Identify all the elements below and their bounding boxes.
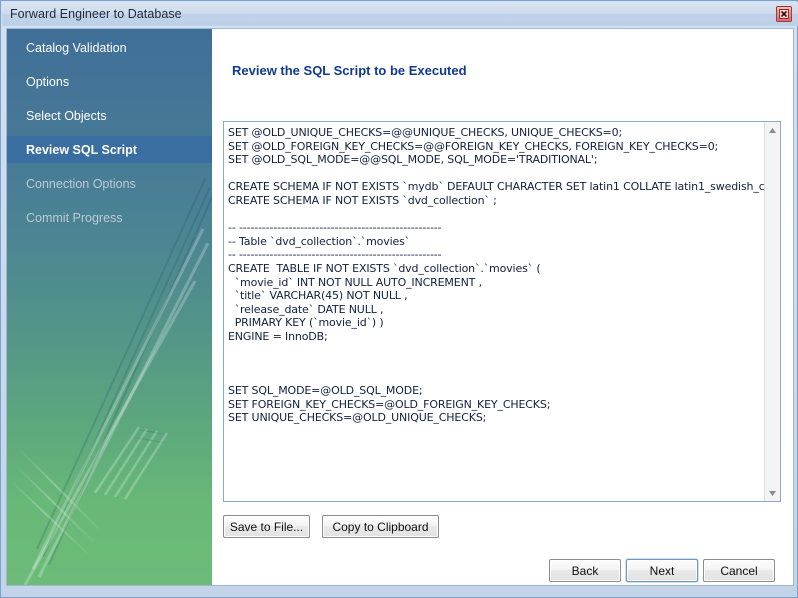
- save-to-file-label: Save to File...: [230, 520, 303, 534]
- page-title: Review the SQL Script to be Executed: [232, 63, 467, 78]
- nav-spacer: [7, 197, 212, 204]
- cancel-label: Cancel: [720, 564, 757, 578]
- cancel-button[interactable]: Cancel: [703, 559, 775, 582]
- sidebar-item-catalog-validation[interactable]: Catalog Validation: [7, 34, 212, 61]
- sidebar-item-select-objects[interactable]: Select Objects: [7, 102, 212, 129]
- sidebar-item-label: Review SQL Script: [26, 143, 137, 157]
- triangle-down-icon[interactable]: [765, 485, 780, 501]
- close-icon[interactable]: [776, 6, 792, 22]
- back-label: Back: [572, 564, 599, 578]
- triangle-up-icon[interactable]: [765, 122, 780, 138]
- nav-spacer: [7, 129, 212, 136]
- sidebar-item-review-sql-script[interactable]: Review SQL Script: [7, 136, 212, 163]
- nav-spacer: [7, 61, 212, 68]
- sidebar-item-label: Connection Options: [26, 177, 136, 191]
- sql-script-text: SET @OLD_UNIQUE_CHECKS=@@UNIQUE_CHECKS, …: [228, 126, 762, 425]
- title-bar[interactable]: Forward Engineer to Database: [2, 2, 798, 26]
- wizard-step-list: Catalog Validation Options Select Object…: [7, 29, 212, 231]
- dialog-window: Forward Engineer to Database: [0, 0, 798, 598]
- sidebar-item-options[interactable]: Options: [7, 68, 212, 95]
- sql-script-scrollbar[interactable]: [764, 122, 780, 501]
- copy-to-clipboard-label: Copy to Clipboard: [332, 520, 428, 534]
- sidebar-item-commit-progress: Commit Progress: [7, 204, 212, 231]
- back-button[interactable]: Back: [549, 559, 621, 582]
- nav-spacer: [7, 95, 212, 102]
- copy-to-clipboard-button[interactable]: Copy to Clipboard: [322, 515, 439, 538]
- next-label: Next: [650, 564, 675, 578]
- sidebar-item-connection-options: Connection Options: [7, 170, 212, 197]
- save-to-file-button[interactable]: Save to File...: [223, 515, 310, 538]
- next-button[interactable]: Next: [626, 559, 698, 582]
- nav-spacer: [7, 163, 212, 170]
- window-title: Forward Engineer to Database: [10, 7, 182, 21]
- sidebar-item-label: Catalog Validation: [26, 41, 127, 55]
- sidebar-item-label: Options: [26, 75, 69, 89]
- dialog-client-area: Catalog Validation Options Select Object…: [6, 28, 794, 586]
- wizard-content-panel: Review the SQL Script to be Executed SET…: [212, 29, 793, 585]
- sidebar-item-label: Commit Progress: [26, 211, 123, 225]
- sidebar-item-label: Select Objects: [26, 109, 107, 123]
- sql-script-textarea[interactable]: SET @OLD_UNIQUE_CHECKS=@@UNIQUE_CHECKS, …: [223, 121, 781, 502]
- wizard-sidebar: Catalog Validation Options Select Object…: [7, 29, 212, 585]
